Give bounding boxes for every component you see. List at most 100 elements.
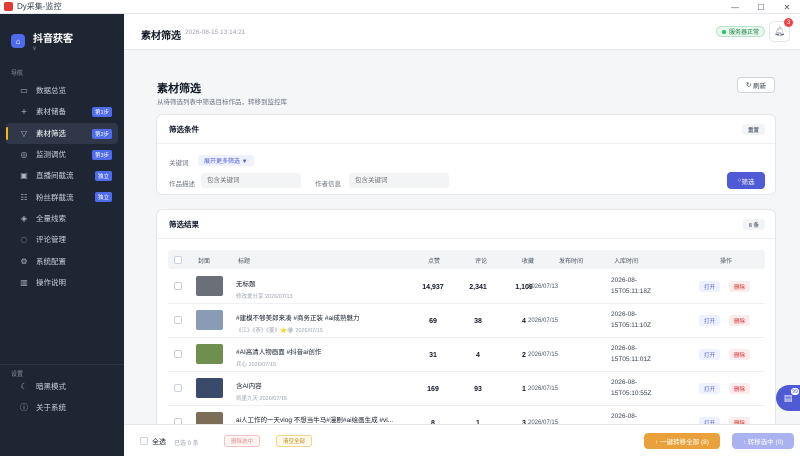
row-published: 2026/07/13 — [528, 284, 559, 290]
minimize-icon[interactable]: — — [722, 0, 748, 14]
step-badge: 独立 — [94, 192, 112, 203]
row-pub-date: 2026/07/15 — [259, 396, 288, 402]
sidebar: ⌂ 抖音获客 v 导航 ▭ 数据总览 + 素材储备 第1步 ▽ 素材筛选 第2步 ◎ 监测调优 第3… — [0, 14, 124, 456]
cover-thumbnail[interactable] — [196, 344, 223, 364]
desc-filter-input[interactable] — [201, 173, 301, 188]
col-comments: 评论 — [475, 259, 488, 265]
delete-button[interactable]: 删除 — [729, 315, 751, 326]
sidebar-item-6[interactable]: ◈ 全量线索 — [6, 208, 118, 229]
sidebar-item-label: 操作说明 — [36, 277, 66, 287]
row-stored: 2026-08- — [611, 411, 665, 422]
row-pub-date: 2026/07/15 — [295, 328, 323, 334]
row-title: 无标题 — [236, 281, 256, 288]
sidebar-item-1[interactable]: + 素材储备 第1步 — [6, 101, 118, 122]
delete-button[interactable]: 删除 — [729, 383, 751, 394]
row-title: ai人工作的一天vlog 不想当牛马#漫剧#ai绘画生成 #vl... — [236, 417, 394, 424]
brand: ⌂ 抖音获客 v — [0, 14, 124, 56]
author-filter-input[interactable] — [349, 173, 449, 188]
sidebar-item-label: 监测调优 — [36, 150, 66, 160]
row-likes: 169 — [427, 386, 439, 393]
bottom-action-bar: 全选 已选 0 条 删除选中 清空全部 ↑ 一键转移全部 (8) ↑ 转移选中 … — [124, 424, 800, 456]
maximize-icon[interactable]: ☐ — [748, 0, 774, 14]
sidebar-item-1[interactable]: ⓘ 关于系统 — [6, 397, 118, 418]
open-button[interactable]: 打开 — [699, 281, 721, 292]
delete-button[interactable]: 删除 — [729, 417, 751, 424]
close-icon[interactable]: ✕ — [774, 0, 800, 14]
row-published: 2026/07/15 — [528, 318, 559, 324]
row-stored-line2: 15T05:11:18Z — [611, 288, 651, 295]
table-row: 含AI内容 凯墨九天 2026/07/15 169 93 1 2026/07/15 2026… — [168, 372, 765, 406]
col-likes: 点赞 — [428, 259, 441, 265]
open-button[interactable]: 打开 — [699, 315, 721, 326]
open-button[interactable]: 打开 — [699, 349, 721, 360]
row-author: 凯墨九天 — [236, 396, 259, 402]
cover-thumbnail[interactable] — [196, 276, 223, 296]
bell-icon: 🔔︎ — [773, 26, 786, 36]
row-pub-date: 2026/07/13 — [265, 294, 293, 300]
row-likes: 31 — [429, 352, 437, 359]
row-stored-line1: 2026-08- — [611, 413, 638, 420]
sidebar-item-0[interactable]: ☾ 暗黑模式 — [6, 376, 118, 397]
sidebar-divider — [0, 364, 124, 365]
row-comments: 4 — [476, 352, 480, 359]
plus-icon: + — [20, 107, 28, 117]
row-title: 含AI内容 — [236, 383, 262, 390]
header-timestamp: 2026-08-15 13:14:21 — [185, 29, 246, 36]
sidebar-item-2[interactable]: ▽ 素材筛选 第2步 — [6, 122, 118, 144]
author-filter-label: 作者信息 — [315, 181, 341, 188]
cover-thumbnail[interactable] — [196, 412, 223, 424]
sidebar-item-5[interactable]: ☷ 粉丝群截流 独立 — [6, 186, 118, 207]
refresh-button[interactable]: ↻ 刷新 — [737, 77, 775, 93]
delete-selected-button[interactable]: 删除选中 — [224, 435, 261, 447]
open-button[interactable]: 打开 — [699, 417, 721, 424]
delete-button[interactable]: 删除 — [729, 281, 751, 292]
col-published: 发布时间 — [559, 259, 584, 265]
page-title: 素材筛选 — [141, 31, 181, 42]
row-stored-line1: 2026-08- — [611, 379, 638, 386]
clear-all-button[interactable]: 清空全部 — [276, 435, 313, 447]
sidebar-item-8[interactable]: ⚙ 系统配置 — [6, 250, 118, 271]
selected-count: 已选 0 条 — [174, 441, 199, 447]
transfer-all-button[interactable]: ↑ 一键转移全部 (8) — [644, 433, 720, 449]
col-stored: 入库时间 — [614, 259, 639, 265]
col-favorites: 收藏 — [522, 259, 535, 265]
sidebar-item-3[interactable]: ◎ 监测调优 第3步 — [6, 144, 118, 165]
delete-button[interactable]: 删除 — [729, 349, 751, 360]
step-badge: 第2步 — [91, 128, 112, 139]
row-checkbox[interactable] — [174, 350, 182, 358]
filter-icon: ▽ — [20, 128, 28, 138]
expand-filters-button[interactable]: 展开更多筛选 ▼ — [198, 155, 254, 166]
brand-version: v — [33, 46, 36, 52]
reset-button[interactable]: 重置 — [741, 124, 765, 135]
bottom-select-all-checkbox[interactable] — [140, 437, 148, 445]
row-stored-line2: 15T05:10:55Z — [611, 390, 652, 397]
top-header: 素材筛选 2026-08-15 13:14:21 服务器正常 🔔︎ 3 — [124, 14, 800, 50]
row-likes: 14,937 — [422, 284, 444, 291]
row-checkbox[interactable] — [174, 316, 182, 324]
row-stored: 2026-08- 15T05:10:55Z — [611, 377, 665, 399]
notification-count: 3 — [784, 18, 793, 27]
desc-filter-label: 作品描述 — [169, 181, 195, 188]
results-count-badge: 8 条 — [742, 219, 765, 230]
row-comments: 2,341 — [469, 284, 487, 291]
sidebar-item-4[interactable]: ▣ 直播间截流 独立 — [6, 165, 118, 186]
notifications-button[interactable]: 🔔︎ 3 — [769, 18, 793, 42]
select-all-checkbox[interactable] — [174, 256, 182, 264]
moon-icon: ☾ — [20, 382, 28, 392]
row-checkbox[interactable] — [174, 282, 182, 290]
sidebar-item-7[interactable]: ◌ 评论管理 — [6, 229, 118, 250]
filter-submit-button[interactable]: ○ 筛选 — [727, 172, 765, 189]
step-badge: 第3步 — [91, 149, 112, 160]
cover-thumbnail[interactable] — [196, 378, 223, 398]
transfer-selected-button[interactable]: ↑ 转移选中 (0) — [732, 433, 794, 449]
results-card-header: 筛选结果 8 条 — [157, 210, 775, 239]
select-all-label[interactable]: 全选 — [152, 437, 166, 447]
row-comments: 93 — [474, 386, 482, 393]
refresh-label: 刷新 — [753, 83, 767, 90]
cover-thumbnail[interactable] — [196, 310, 223, 330]
col-cover: 封面 — [198, 259, 211, 265]
sidebar-item-0[interactable]: ▭ 数据总览 — [6, 80, 118, 101]
sidebar-item-9[interactable]: ▥ 操作说明 — [6, 272, 118, 293]
open-button[interactable]: 打开 — [699, 383, 721, 394]
row-checkbox[interactable] — [174, 384, 182, 392]
